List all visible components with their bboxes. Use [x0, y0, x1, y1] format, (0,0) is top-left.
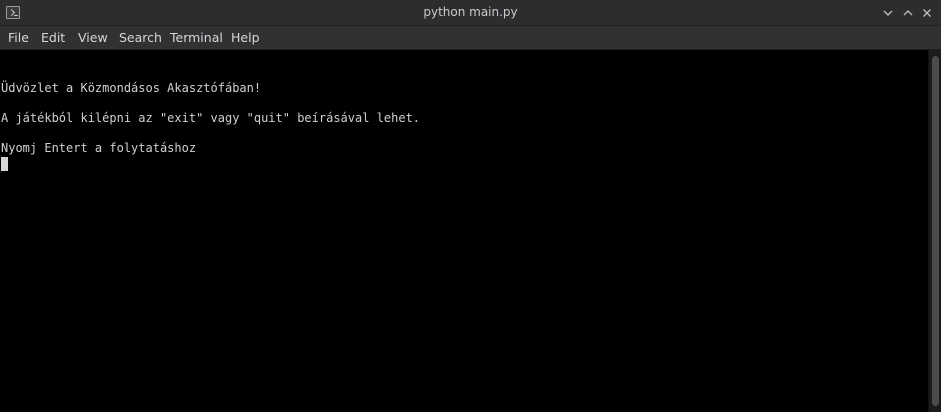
menu-edit[interactable]: Edit	[41, 30, 65, 45]
minimize-button[interactable]	[879, 4, 897, 22]
menu-view[interactable]: View	[78, 30, 108, 45]
terminal-line-welcome: Üdvözlet a Közmondásos Akasztófában!	[1, 81, 262, 95]
menu-bar: File Edit View Search Terminal Help	[0, 26, 941, 50]
terminal-line-exit-hint: A játékból kilépni az "exit" vagy "quit"…	[1, 111, 421, 125]
window-titlebar[interactable]: python main.py	[0, 0, 941, 26]
terminal-output[interactable]: Üdvözlet a Közmondásos Akasztófában! A j…	[0, 50, 928, 412]
terminal-cursor	[1, 157, 8, 171]
terminal-scrollbar[interactable]	[928, 50, 941, 412]
menu-help[interactable]: Help	[231, 30, 260, 45]
menu-file[interactable]: File	[8, 30, 29, 45]
chevron-down-icon	[883, 10, 893, 16]
terminal-line-press-enter: Nyomj Entert a folytatáshoz	[1, 141, 197, 155]
scrollbar-thumb[interactable]	[932, 56, 939, 406]
close-icon	[923, 9, 931, 17]
maximize-button[interactable]	[899, 4, 917, 22]
menu-terminal[interactable]: Terminal	[170, 30, 223, 45]
chevron-up-icon	[903, 10, 913, 16]
close-button[interactable]	[918, 4, 936, 22]
menu-search[interactable]: Search	[119, 30, 162, 45]
window-title: python main.py	[423, 5, 518, 19]
